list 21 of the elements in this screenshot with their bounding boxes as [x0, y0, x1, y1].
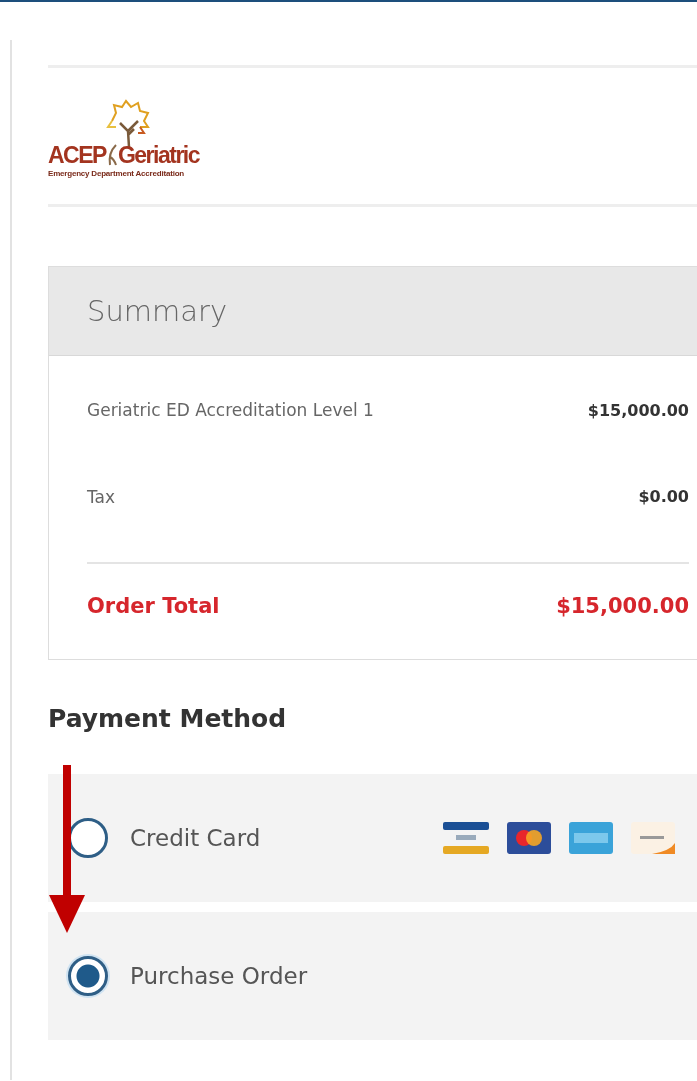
logo-text: Geriatric: [117, 142, 199, 167]
line-amount: $15,000.00: [587, 400, 689, 420]
option-label: Purchase Order: [130, 963, 309, 989]
radio-button[interactable]: [68, 956, 108, 996]
logo-tagline: Emergency Department Accreditation: [48, 168, 185, 178]
line-amount: $0.00: [638, 487, 689, 506]
line-label: Geriatric ED Accreditation Level 1: [87, 400, 374, 420]
card-icon: [442, 821, 490, 855]
line-label: Tax: [87, 486, 116, 507]
radio-button[interactable]: [68, 818, 108, 858]
total-amount: $15,000.00: [556, 593, 689, 618]
card-icon: [630, 821, 676, 855]
card-icon: [568, 821, 614, 855]
payment-option[interactable]: Purchase Order: [48, 912, 697, 1040]
logo-text: ACEP: [48, 142, 106, 167]
payment-option[interactable]: Credit Card: [48, 774, 697, 902]
card-icon: [506, 821, 552, 855]
section-heading: Payment Method: [48, 704, 288, 735]
option-label: Credit Card: [130, 825, 262, 851]
total-label: Order Total: [87, 593, 220, 618]
summary-title: Summary: [87, 294, 228, 328]
